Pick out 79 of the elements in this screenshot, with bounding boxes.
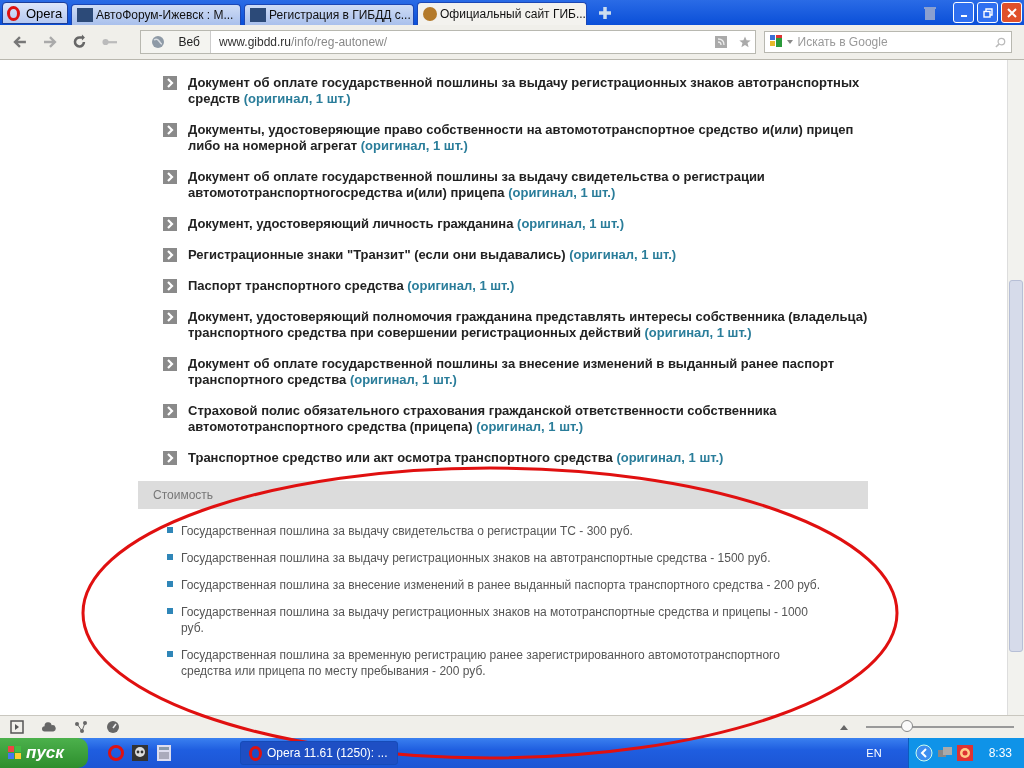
cloud-icon[interactable] [42,720,56,734]
calculator-icon[interactable] [156,745,172,761]
arrow-bullet-icon [163,279,177,293]
fee-text: Государственная пошлина за временную регистрацию ранее зарегистрированного автомототранспортного средства или прицепа по месту пребывания - 200 руб. [181,647,781,679]
section-title: Стоимость [153,488,214,502]
minimize-icon [960,14,967,17]
minimize-button[interactable] [953,2,974,23]
reload-icon[interactable] [71,34,88,50]
search-box[interactable]: Искать в Google [763,31,1012,53]
scrollbar[interactable] [1007,60,1024,715]
url-text: www.gibdd.ru/info/reg-autonew/ [219,35,389,49]
record-icon[interactable] [956,745,973,761]
globe-icon [150,35,165,49]
restore-icon [982,7,993,18]
chevron-left-icon[interactable] [914,744,933,762]
arrow-bullet-icon [163,357,177,371]
arrow-bullet-icon [163,76,177,90]
google-logo-icon [769,35,782,49]
close-button[interactable] [1001,2,1022,23]
arrow-bullet-icon [163,451,177,465]
windows-logo-icon [8,746,22,760]
slider-thumb[interactable] [901,720,914,732]
fee-text: Государственная пошлина за выдачу свидетельства о регистрации ТС - 300 руб. [181,523,633,539]
clock-text: 8:33 [988,746,1012,760]
document-item: Документ об оплате государственной пошлины за выдачу регистрационных знаков автотранспортных средств (оригинал, 1 шт.) [188,75,861,107]
caret-icon[interactable] [840,724,848,730]
browser-tab[interactable]: АвтоФорум-Ижевск : М... [71,4,241,25]
close-icon [1006,7,1017,18]
document-item: Страховой полис обязательного страхования гражданской ответственности собственника автомототранспортного средства (прицепа) (оригинал, 1 шт.) [188,403,778,435]
favicon-icon [250,8,266,22]
square-bullet-icon [167,608,173,614]
arrow-bullet-icon [163,170,177,184]
opera-logo-icon [249,745,262,761]
forward-icon[interactable] [41,34,58,50]
panel-toggle-icon[interactable] [10,720,24,734]
restore-button[interactable] [977,2,998,23]
caret-icon[interactable] [786,40,793,44]
fee-text: Государственная пошлина за выдачу регистрационных знаков на мототранспортные средства и прицепы - 1000 руб. [181,604,809,636]
opera-menu-button[interactable]: Opera [2,2,68,24]
arrow-bullet-icon [163,310,177,324]
speedometer-icon[interactable] [106,720,120,734]
fee-text: Государственная пошлина за внесение изменений в ранее выданный паспорта транспортного средства - 200 руб. [181,577,821,593]
search-icon[interactable] [995,36,1006,48]
document-item: Документ, удостоверяющий личность гражданина (оригинал, 1 шт.) [188,216,626,232]
address-field[interactable]: Веб www.gibdd.ru/info/reg-autonew/ [139,30,756,54]
document-item: Транспортное средство или акт осмотра транспортного средства (оригинал, 1 шт.) [188,450,725,466]
scrollbar-thumb[interactable] [1009,280,1023,652]
star-icon[interactable] [738,36,751,48]
network-nodes-icon[interactable] [74,720,88,734]
square-bullet-icon [167,554,173,560]
document-item: Документ об оплате государственной пошлины за внесение изменений в выданный ранее паспорт транспортного средства (оригинал, 1 шт.) [188,356,836,388]
feed-icon[interactable] [714,36,727,48]
skull-icon[interactable] [132,745,148,761]
square-bullet-icon [167,527,173,533]
language-indicator[interactable]: EN [866,747,882,759]
fee-text: Государственная пошлина за выдачу регистрационных знаков на автотранспортные средства - 1500 руб. [181,550,771,566]
zoom-slider[interactable] [866,720,1014,734]
arrow-bullet-icon [163,404,177,418]
new-tab-icon[interactable] [598,6,612,20]
favicon-icon [77,8,93,22]
browser-tab[interactable]: Регистрация в ГИБДД с... [244,4,414,25]
taskbar-button[interactable]: Opera 11.61 (1250): ... [240,741,398,765]
web-site-badge[interactable]: Веб [140,31,211,53]
document-item: Документ, удостоверяющий полномочия гражданина представлять интересы собственника (владельца) транспортного средства при совершении регистрационных действий (оригинал, 1 шт.) [188,309,868,341]
square-bullet-icon [167,581,173,587]
document-item: Паспорт транспортного средства (оригинал, 1 шт.) [188,278,516,294]
square-bullet-icon [167,651,173,657]
document-item: Документы, удостоверяющие право собственности на автомототранспортное средство и(или) прицеп либо на номерной агрегат (оригинал, 1 шт.) [188,122,855,154]
opera-logo-icon [7,5,20,21]
document-item: Документ об оплате государственной пошлины за выдачу свидетельства о регистрации автомототранспортногосредства и(или) прицепа (оригинал, 1 шт.) [188,169,766,201]
arrow-bullet-icon [163,248,177,262]
web-label: Веб [178,35,200,49]
favicon-icon [423,7,437,21]
arrow-bullet-icon [163,217,177,231]
back-icon[interactable] [12,34,28,50]
trash-icon[interactable] [924,6,936,20]
document-item: Регистрационные знаки "Транзит" (если они выдавались) (оригинал, 1 шт.) [188,247,678,263]
browser-tab[interactable]: Официальный сайт ГИБ... [417,2,587,25]
arrow-bullet-icon [163,123,177,137]
